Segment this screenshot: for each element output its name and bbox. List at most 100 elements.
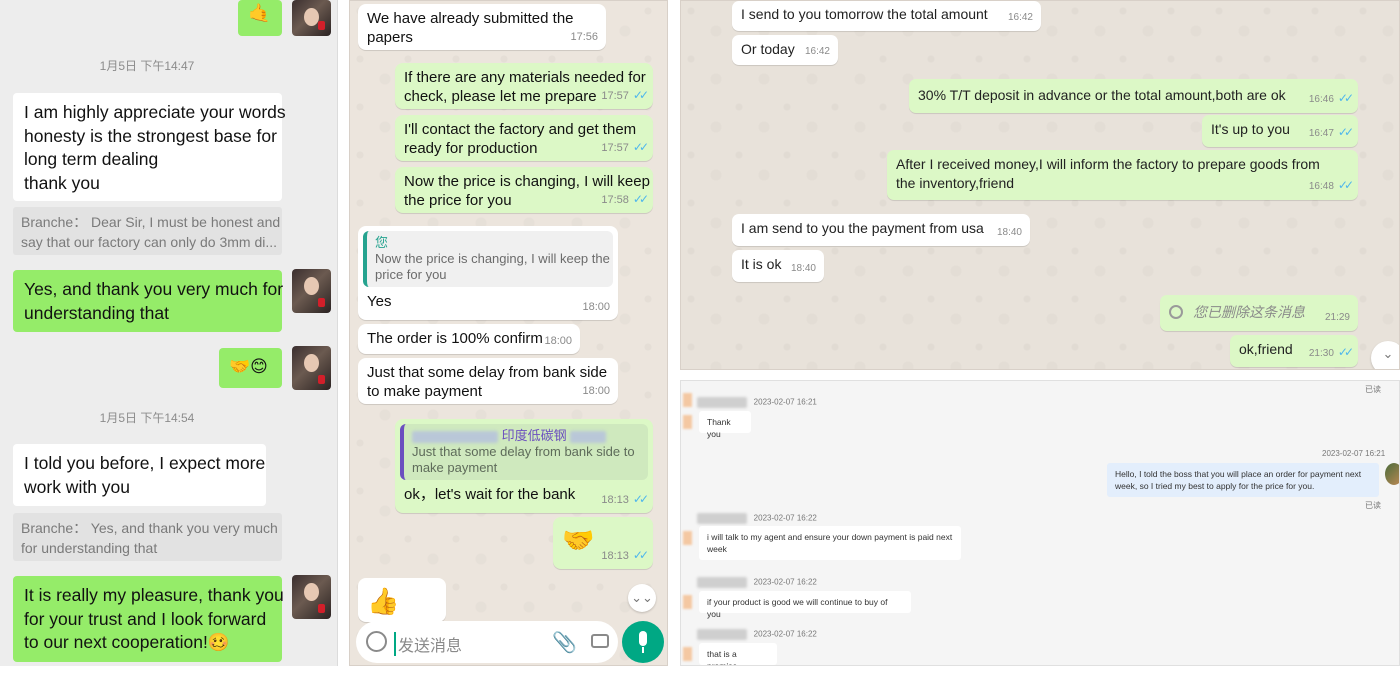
deleted-icon xyxy=(1169,305,1183,319)
avatar xyxy=(683,531,692,545)
message-text: 您已删除这条消息 xyxy=(1193,304,1305,320)
outgoing-message[interactable]: After I received money,I will inform the… xyxy=(887,150,1358,200)
deleted-message[interactable]: 您已删除这条消息 21:29 xyxy=(1160,295,1358,331)
message-header: 2023-02-07 16:21 xyxy=(697,397,817,408)
incoming-message[interactable]: Thank you xyxy=(699,411,751,439)
message-time: 18:13 xyxy=(601,549,629,562)
quoted-message[interactable]: 您 Now the price is changing, I will keep… xyxy=(363,231,613,287)
redacted-name xyxy=(697,577,747,588)
chevron-down-icon: ⌄⌄ xyxy=(631,590,653,605)
incoming-message[interactable]: Or today 16:42 xyxy=(732,35,838,65)
incoming-message[interactable]: The order is 100% confirm 18:00 xyxy=(358,324,580,354)
message-text: Or today xyxy=(741,41,795,57)
outgoing-message[interactable]: It is really my pleasure, thank you for … xyxy=(13,576,284,662)
avatar xyxy=(683,415,692,429)
incoming-message[interactable]: I told you before, I expect more work wi… xyxy=(13,444,266,506)
message-line: for your trust and I look forward xyxy=(24,608,267,629)
incoming-message[interactable]: if your product is good we will continue… xyxy=(699,591,911,619)
message-status: 16:46 ✓✓ xyxy=(1309,89,1354,109)
reply-message[interactable]: 您 Now the price is changing, I will keep… xyxy=(358,226,618,320)
read-ticks-icon: ✓✓ xyxy=(1337,91,1354,105)
emoji-message[interactable]: 👍 xyxy=(358,578,446,622)
message-line: Hello, I told the boss that you will pla… xyxy=(1115,469,1362,479)
camera-icon[interactable] xyxy=(591,634,609,648)
message-line: work with you xyxy=(24,476,131,497)
message-time: 18:40 xyxy=(996,227,1022,238)
quote-author: 印度低碳钢 xyxy=(412,428,640,444)
emoji-message[interactable]: 🤙 xyxy=(238,0,282,36)
message-time: 21:30 xyxy=(1308,348,1334,359)
message-time: 17:57 xyxy=(601,89,629,102)
avatar[interactable] xyxy=(292,346,331,390)
outgoing-message[interactable]: Yes, and thank you very much for underst… xyxy=(13,270,284,332)
incoming-message[interactable]: I am highly appreciate your words honest… xyxy=(13,93,286,201)
message-text: It is ok xyxy=(741,256,782,272)
outgoing-message[interactable]: Hello, I told the boss that you will pla… xyxy=(1107,463,1379,497)
message-text: I am send to you the payment from usa xyxy=(741,220,984,236)
incoming-message[interactable]: that is a promise xyxy=(699,643,777,665)
message-header: 2023-02-07 16:22 xyxy=(697,577,817,588)
incoming-message[interactable]: Just that some delay from bank side to m… xyxy=(358,358,618,404)
read-ticks-icon: ✓✓ xyxy=(632,87,649,102)
incoming-message[interactable]: I send to you tomorrow the total amount … xyxy=(732,1,1041,31)
scroll-down-button[interactable]: ⌄ xyxy=(1371,341,1399,369)
avatar xyxy=(683,595,692,609)
message-text: Yes xyxy=(367,293,392,310)
message-line: Yes, and thank you very much for xyxy=(24,279,284,299)
incoming-message[interactable]: I am send to you the payment from usa 18… xyxy=(732,214,1030,246)
avatar[interactable] xyxy=(292,575,331,619)
outgoing-message[interactable]: I'll contact the factory and get them re… xyxy=(395,115,653,161)
message-input[interactable]: 发送消息 xyxy=(394,632,462,656)
quote-line: Just that some delay from bank side to xyxy=(412,444,635,459)
avatar[interactable] xyxy=(292,0,331,36)
message-line: to our next cooperation!🥴 xyxy=(24,632,230,652)
message-line: honesty is the strongest base for xyxy=(24,125,277,146)
scroll-down-button[interactable]: ⌄⌄ xyxy=(628,584,656,612)
avatar[interactable] xyxy=(292,269,331,313)
emoji-message[interactable]: 🤝😊 xyxy=(219,348,282,388)
read-ticks-icon: ✓✓ xyxy=(1337,178,1354,192)
message-time: 17:57 xyxy=(601,141,629,154)
incoming-message[interactable]: i will talk to my agent and ensure your … xyxy=(699,526,961,560)
message-status: 17:58 ✓✓ xyxy=(601,190,649,210)
message-time: 2023-02-07 16:22 xyxy=(753,577,817,587)
outgoing-message[interactable]: It's up to you 16:47 ✓✓ xyxy=(1202,115,1358,147)
message-time: 2023-02-07 16:21 xyxy=(1322,449,1386,458)
message-line: papers xyxy=(367,28,413,46)
whatsapp-panel: We have already submitted the papers 17:… xyxy=(349,0,668,666)
message-time: 18:00 xyxy=(544,334,572,347)
redacted-name xyxy=(697,397,747,408)
message-line: It is really my pleasure, thank you xyxy=(24,585,284,605)
message-time: 17:56 xyxy=(570,30,598,43)
quote-line: make payment xyxy=(412,460,498,475)
avatar xyxy=(683,647,692,661)
avatar[interactable] xyxy=(1385,463,1399,485)
message-status: 21:30 ✓✓ xyxy=(1308,343,1354,363)
message-header: 2023-02-07 16:22 xyxy=(697,513,817,524)
emoji-message[interactable]: 🤝 18:13 ✓✓ xyxy=(553,517,653,569)
redacted-name xyxy=(412,430,498,443)
avatar xyxy=(683,393,692,407)
reply-message[interactable]: 印度低碳钢 Just that some delay from bank sid… xyxy=(395,419,653,513)
incoming-message[interactable]: It is ok 18:40 xyxy=(732,250,824,282)
quoted-message[interactable]: Branche： Dear Sir, I must be honest and … xyxy=(13,207,282,255)
message-line: week xyxy=(707,544,727,554)
outgoing-message[interactable]: If there are any materials needed for ch… xyxy=(395,63,653,109)
outgoing-message[interactable]: Now the price is changing, I will keep t… xyxy=(395,167,653,213)
quoted-message[interactable]: Branche： Yes, and thank you very much fo… xyxy=(13,513,282,561)
message-line: I told you before, I expect more xyxy=(24,453,266,473)
message-status: 17:57 ✓✓ xyxy=(601,86,649,106)
message-line: After I received money,I will inform the… xyxy=(896,156,1320,172)
attachment-icon[interactable]: 📎 xyxy=(552,630,577,655)
quoted-message[interactable]: 印度低碳钢 Just that some delay from bank sid… xyxy=(400,424,648,480)
message-time: 18:40 xyxy=(790,263,816,274)
outgoing-message[interactable]: 30% T/T deposit in advance or the total … xyxy=(909,79,1358,113)
message-status: 17:57 ✓✓ xyxy=(601,138,649,158)
outgoing-message[interactable]: ok,friend 21:30 ✓✓ xyxy=(1230,335,1358,367)
message-input-bar[interactable]: 发送消息 📎 xyxy=(356,621,618,663)
emoji-icon[interactable] xyxy=(366,631,387,652)
mic-button[interactable] xyxy=(622,621,664,663)
timestamp: 1月5日 下午14:47 xyxy=(99,59,195,73)
read-ticks-icon: ✓✓ xyxy=(632,491,649,506)
incoming-message[interactable]: We have already submitted the papers 17:… xyxy=(358,4,606,50)
